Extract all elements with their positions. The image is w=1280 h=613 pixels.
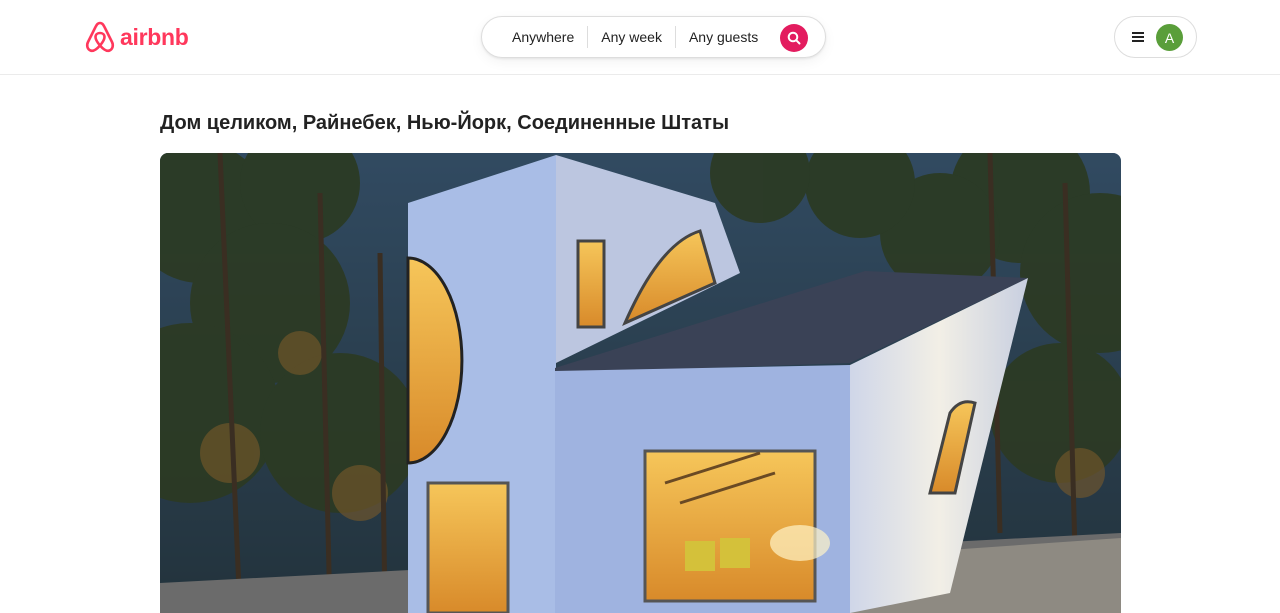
avatar: A bbox=[1156, 24, 1183, 51]
search-any-guests-button[interactable]: Any guests bbox=[676, 29, 771, 45]
hamburger-menu-icon bbox=[1132, 32, 1144, 42]
search-icon bbox=[787, 31, 801, 45]
user-menu-button[interactable]: A bbox=[1114, 16, 1197, 58]
listing-main-photo[interactable] bbox=[160, 153, 1121, 613]
search-any-week-button[interactable]: Any week bbox=[588, 29, 675, 45]
search-bar[interactable]: Anywhere Any week Any guests bbox=[481, 16, 826, 58]
airbnb-logo-icon bbox=[85, 21, 115, 53]
listing-title: Дом целиком, Райнебек, Нью-Йорк, Соедине… bbox=[160, 112, 730, 134]
search-anywhere-button[interactable]: Anywhere bbox=[482, 29, 587, 45]
search-button[interactable] bbox=[780, 24, 808, 52]
logo-text: airbnb bbox=[120, 23, 189, 50]
top-header: airbnb Anywhere Any week Any guests A bbox=[0, 0, 1280, 75]
airbnb-logo[interactable]: airbnb bbox=[84, 20, 189, 54]
